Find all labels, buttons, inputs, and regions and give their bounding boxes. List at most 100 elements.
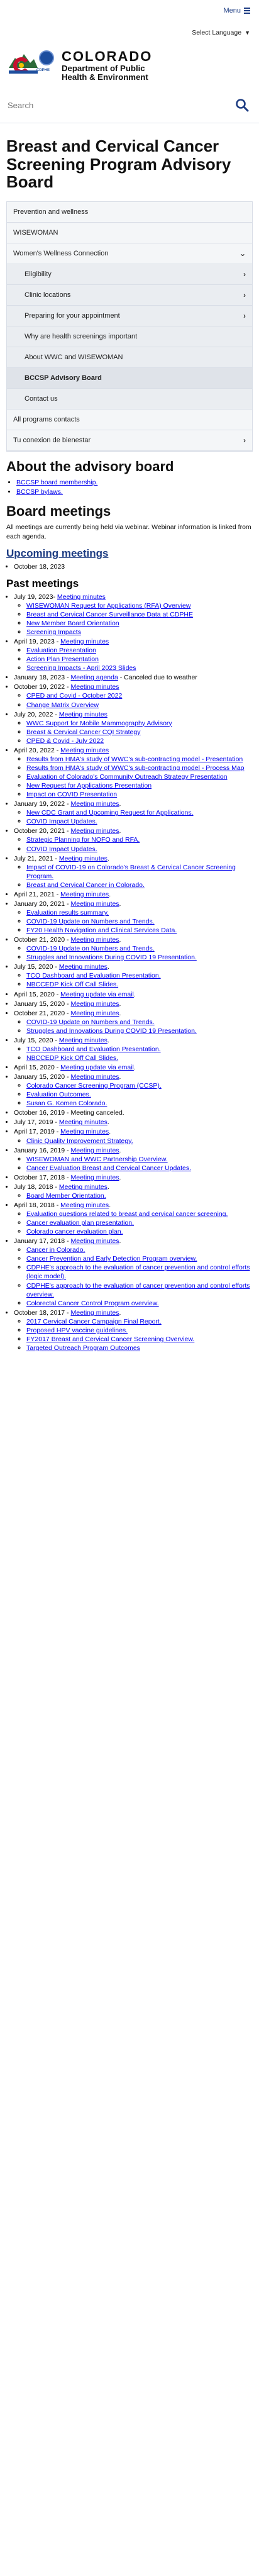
meeting-minutes-link[interactable]: Meeting update via email bbox=[60, 1064, 134, 1071]
meeting-minutes-link[interactable]: Meeting minutes bbox=[70, 683, 119, 691]
meeting-material-link[interactable]: CDPHE's approach to the evaluation of ca… bbox=[26, 1282, 250, 1298]
nav-item[interactable]: Why are health screenings important bbox=[7, 326, 252, 347]
meeting-material-link[interactable]: Breast and Cervical Cancer in Colorado. bbox=[26, 881, 145, 889]
meeting-minutes-link[interactable]: Meeting minutes bbox=[70, 1174, 119, 1181]
meeting-minutes-link[interactable]: Meeting minutes bbox=[71, 800, 119, 808]
meeting-material-link[interactable]: Cancer Prevention and Early Detection Pr… bbox=[26, 1255, 197, 1263]
meeting-material-link[interactable]: CPED & Covid - July 2022 bbox=[26, 737, 104, 745]
meeting-minutes-link[interactable]: Meeting minutes bbox=[71, 1073, 119, 1081]
meeting-minutes-link[interactable]: Meeting minutes bbox=[59, 711, 107, 718]
meeting-minutes-link[interactable]: Meeting minutes bbox=[71, 1147, 119, 1154]
upcoming-meetings-heading[interactable]: Upcoming meetings bbox=[6, 547, 253, 560]
menu-button[interactable]: Menu bbox=[223, 6, 250, 15]
meeting-minutes-link[interactable]: Meeting update via email bbox=[60, 991, 134, 998]
meeting-material-link[interactable]: COVID-19 Update on Numbers and Trends. bbox=[26, 945, 155, 952]
meeting-material-link[interactable]: Results from HMA's study of WWC's sub-co… bbox=[26, 764, 245, 772]
search-icon[interactable] bbox=[235, 98, 249, 112]
meeting-minutes-link[interactable]: Meeting minutes bbox=[70, 1010, 119, 1017]
meeting-material-link[interactable]: Cancer evaluation plan presentation. bbox=[26, 1219, 134, 1227]
meeting-minutes-link[interactable]: Meeting agenda bbox=[71, 674, 118, 681]
meeting-material-link[interactable]: CDPHE's approach to the evaluation of ca… bbox=[26, 1264, 250, 1280]
meeting-material-link[interactable]: Action Plan Presentation bbox=[26, 655, 99, 663]
meeting-material-link[interactable]: Evaluation Outcomes. bbox=[26, 1091, 91, 1098]
meeting-minutes-link[interactable]: Meeting minutes bbox=[70, 1309, 119, 1317]
meeting-material-link[interactable]: Screening Impacts - April 2023 Slides bbox=[26, 664, 136, 672]
meeting-minutes-link[interactable]: Meeting minutes bbox=[70, 936, 119, 944]
meeting-minutes-link[interactable]: Meeting minutes bbox=[57, 593, 106, 601]
meeting-material-link[interactable]: Change Matrix Overview bbox=[26, 701, 99, 709]
nav-item[interactable]: BCCSP Advisory Board bbox=[7, 367, 252, 389]
meeting-material-link[interactable]: Screening Impacts bbox=[26, 628, 81, 636]
nav-item[interactable]: All programs contacts bbox=[7, 409, 252, 430]
meeting-minutes-link[interactable]: Meeting minutes bbox=[60, 891, 109, 898]
meeting-minutes-link[interactable]: Meeting minutes bbox=[59, 1183, 107, 1191]
meeting-minutes-link[interactable]: Meeting minutes bbox=[60, 747, 109, 754]
meeting-material-link[interactable]: 2017 Cervical Cancer Campaign Final Repo… bbox=[26, 1318, 162, 1325]
meeting-material-link[interactable]: COVID-19 Update on Numbers and Trends. bbox=[26, 1018, 155, 1026]
meeting-minutes-link[interactable]: Meeting minutes bbox=[70, 827, 119, 835]
meeting-material-link[interactable]: NBCCEDP Kick Off Call Slides. bbox=[26, 1054, 118, 1062]
chevron-right-icon[interactable]: › bbox=[243, 291, 246, 299]
nav-item[interactable]: Contact us bbox=[7, 388, 252, 410]
chevron-right-icon[interactable]: › bbox=[243, 311, 246, 320]
about-link[interactable]: BCCSP bylaws. bbox=[16, 488, 63, 496]
about-link[interactable]: BCCSP board membership. bbox=[16, 479, 97, 486]
meeting-material-link[interactable]: Results from HMA's study of WWC's sub-co… bbox=[26, 756, 243, 763]
meeting-material-link[interactable]: New Member Board Orientation bbox=[26, 620, 119, 627]
nav-item[interactable]: Eligibility › bbox=[7, 264, 252, 285]
meeting-material-link[interactable]: Strategic Planning for NOFO and RFA. bbox=[26, 836, 140, 844]
meeting-minutes-link[interactable]: Meeting minutes bbox=[71, 1237, 119, 1245]
meeting-material-link[interactable]: Evaluation results summary. bbox=[26, 909, 109, 917]
meeting-material-link[interactable]: Colorectal Cancer Control Program overvi… bbox=[26, 1300, 159, 1307]
meeting-material-link[interactable]: NBCCEDP Kick Off Call Slides. bbox=[26, 981, 118, 988]
meeting-material-link[interactable]: Susan G. Komen Colorado. bbox=[26, 1100, 107, 1107]
meeting-material-link[interactable]: WISEWOMAN and WWC Partnership Overview. bbox=[26, 1156, 168, 1163]
meeting-material-link[interactable]: Breast & Cervical Cancer CQI Strategy bbox=[26, 728, 140, 736]
meeting-material-link[interactable]: Evaluation Presentation bbox=[26, 647, 96, 654]
meeting-material-link[interactable]: Proposed HPV vaccine guidelines. bbox=[26, 1327, 128, 1334]
meeting-minutes-link[interactable]: Meeting minutes bbox=[59, 1118, 107, 1126]
meeting-material-link[interactable]: COVID-19 Update on Numbers and Trends. bbox=[26, 918, 155, 925]
chevron-down-icon[interactable]: ⌄ bbox=[240, 249, 246, 258]
meeting-minutes-link[interactable]: Meeting minutes bbox=[59, 963, 107, 971]
nav-item[interactable]: WISEWOMAN bbox=[7, 222, 252, 243]
meeting-material-link[interactable]: Impact of COVID-19 on Colorado's Breast … bbox=[26, 864, 236, 880]
meeting-material-link[interactable]: FY20 Health Navigation and Clinical Serv… bbox=[26, 927, 177, 934]
nav-item[interactable]: Preparing for your appointment › bbox=[7, 305, 252, 326]
nav-item[interactable]: Women's Wellness Connection ⌄ bbox=[7, 243, 252, 264]
meeting-material-link[interactable]: TCO Dashboard and Evaluation Presentatio… bbox=[26, 1045, 161, 1053]
meeting-minutes-link[interactable]: Meeting minutes bbox=[59, 855, 107, 862]
meeting-material-link[interactable]: COVID Impact Updates. bbox=[26, 818, 97, 825]
meeting-material-link[interactable]: Evaluation of Colorado's Community Outre… bbox=[26, 773, 228, 781]
meeting-material-link[interactable]: COVID Impact Updates. bbox=[26, 845, 97, 853]
language-select[interactable]: Select Language ▼ bbox=[192, 29, 250, 36]
meeting-material-link[interactable]: Colorado cancer evaluation plan. bbox=[26, 1228, 123, 1235]
meeting-material-link[interactable]: FY2017 Breast and Cervical Cancer Screen… bbox=[26, 1335, 194, 1343]
meeting-material-link[interactable]: New Request for Applications Presentatio… bbox=[26, 782, 152, 789]
meeting-material-link[interactable]: Clinic Quality Improvement Strategy. bbox=[26, 1137, 133, 1145]
chevron-right-icon[interactable]: › bbox=[243, 270, 246, 279]
meeting-material-link[interactable]: Struggles and Innovations During COVID 1… bbox=[26, 1027, 197, 1035]
meeting-minutes-link[interactable]: Meeting minutes bbox=[71, 1000, 119, 1008]
meeting-material-link[interactable]: Cancer in Colorado. bbox=[26, 1246, 85, 1254]
meeting-material-link[interactable]: TCO Dashboard and Evaluation Presentatio… bbox=[26, 972, 161, 979]
meeting-minutes-link[interactable]: Meeting minutes bbox=[59, 1037, 107, 1044]
meeting-material-link[interactable]: Evaluation questions related to breast a… bbox=[26, 1210, 228, 1218]
nav-item[interactable]: Clinic locations › bbox=[7, 284, 252, 306]
meeting-minutes-link[interactable]: Meeting minutes bbox=[60, 1128, 109, 1135]
meeting-material-link[interactable]: Impact on COVID Presentation bbox=[26, 791, 117, 798]
meeting-material-link[interactable]: Breast and Cervical Cancer Surveillance … bbox=[26, 611, 193, 618]
meeting-minutes-link[interactable]: Meeting minutes bbox=[71, 900, 119, 908]
nav-item[interactable]: About WWC and WISEWOMAN bbox=[7, 347, 252, 368]
meeting-material-link[interactable]: Cancer Evaluation Breast and Cervical Ca… bbox=[26, 1164, 191, 1172]
nav-item[interactable]: Tu conexion de bienestar › bbox=[7, 430, 252, 451]
meeting-minutes-link[interactable]: Meeting minutes bbox=[60, 638, 109, 645]
meeting-material-link[interactable]: WISEWOMAN Request for Applications (RFA)… bbox=[26, 602, 190, 610]
meeting-material-link[interactable]: Colorado Cancer Screening Program (CCSP)… bbox=[26, 1082, 162, 1090]
nav-item[interactable]: Prevention and wellness bbox=[7, 201, 252, 223]
site-logo[interactable]: COLORADO Department of Public Health & E… bbox=[0, 39, 259, 89]
meeting-material-link[interactable]: Board Member Orientation. bbox=[26, 1192, 106, 1200]
chevron-right-icon[interactable]: › bbox=[243, 436, 246, 445]
meeting-material-link[interactable]: CPED and Covid - October 2022 bbox=[26, 692, 122, 700]
meeting-material-link[interactable]: WWC Support for Mobile Mammography Advis… bbox=[26, 720, 172, 727]
